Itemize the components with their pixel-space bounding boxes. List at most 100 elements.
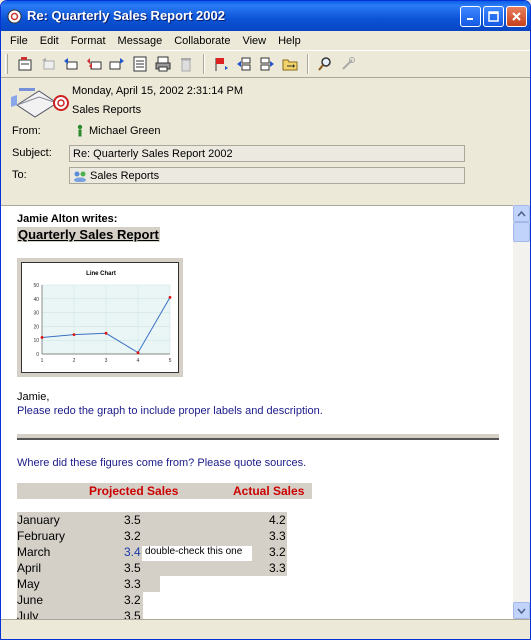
data-point	[72, 333, 76, 337]
y-tick-label: 50	[33, 283, 39, 289]
projected-cell: 3.2	[124, 529, 141, 543]
menu-collaborate[interactable]: Collaborate	[168, 35, 236, 47]
month-cell: June	[17, 593, 44, 607]
chevron-up-icon	[517, 210, 526, 216]
forward-button[interactable]	[106, 54, 127, 75]
flag-button[interactable]	[210, 54, 231, 75]
print-icon	[133, 56, 146, 72]
writes-line: Jamie Alton writes:	[17, 213, 118, 225]
search-button[interactable]	[314, 54, 335, 75]
y-tick-label: 30	[33, 311, 39, 317]
print-button[interactable]	[129, 54, 150, 75]
maximize-icon	[488, 11, 499, 22]
message-date: Monday, April 15, 2002 2:31:14 PM	[72, 85, 244, 97]
mail-app-icon	[7, 9, 22, 24]
projected-cell: 3.3	[124, 577, 141, 591]
reply-button[interactable]	[60, 54, 81, 75]
month-cell: April	[17, 561, 42, 575]
delete-icon	[180, 58, 191, 72]
person-icon	[77, 124, 83, 137]
month-cell: February	[17, 529, 66, 543]
previous-icon	[236, 57, 250, 71]
chart-title: Line Chart	[86, 271, 116, 277]
email-window: Re: Quarterly Sales Report 2002 File Edi…	[0, 0, 531, 640]
projected-cell: 3.5	[124, 513, 141, 527]
x-tick-label: 3	[105, 358, 108, 364]
actual-cell: 4.2	[269, 513, 286, 527]
subject-label: Subject:	[12, 147, 52, 159]
subject-field[interactable]: Re: Quarterly Sales Report 2002	[69, 145, 465, 162]
line-chart: Line Chart 0 10 20 30 40 50 1 2 3 4 5	[21, 262, 179, 373]
reply-all-icon	[86, 58, 101, 70]
menu-file[interactable]: File	[4, 35, 34, 47]
menu-edit[interactable]: Edit	[34, 35, 65, 47]
redo-request: Please redo the graph to include proper …	[17, 405, 323, 417]
month-cell: March	[17, 545, 51, 559]
window-title: Re: Quarterly Sales Report 2002	[27, 8, 225, 23]
projected-cell: 3.5	[124, 561, 141, 575]
table-row: February 3.2 3.3	[17, 528, 307, 544]
menu-view[interactable]: View	[236, 35, 272, 47]
scroll-thumb[interactable]	[513, 222, 530, 242]
toolbar-separator-2	[307, 54, 309, 74]
actual-cell: 3.2	[269, 545, 286, 559]
previous-button[interactable]	[233, 54, 254, 75]
menu-format[interactable]: Format	[65, 35, 112, 47]
title-bar[interactable]: Re: Quarterly Sales Report 2002	[1, 1, 530, 31]
close-icon	[512, 12, 521, 21]
message-body[interactable]: Jamie Alton writes: Quarterly Sales Repo…	[1, 205, 513, 619]
table-header: Projected Sales Actual Sales	[17, 483, 312, 499]
to-field[interactable]: Sales Reports	[69, 167, 465, 184]
y-tick-label: 0	[36, 352, 39, 358]
chart-frame: Line Chart 0 10 20 30 40 50 1 2 3 4 5	[17, 258, 183, 377]
data-point	[168, 296, 172, 299]
reply-all-button[interactable]	[83, 54, 104, 75]
tools-icon	[341, 57, 355, 70]
new-memo-button[interactable]	[14, 54, 35, 75]
y-tick-label: 40	[33, 297, 39, 303]
flag-icon	[215, 58, 228, 71]
projected-cell: 3.4	[124, 545, 141, 559]
projected-cell: 3.5	[124, 609, 141, 619]
forward-icon	[109, 58, 124, 70]
toolbar-separator	[203, 54, 205, 74]
actual-cell: 3.3	[269, 561, 286, 575]
message-category: Sales Reports	[72, 104, 142, 116]
menu-message[interactable]: Message	[112, 35, 169, 47]
scroll-up-button[interactable]	[513, 205, 530, 222]
move-to-folder-icon	[282, 59, 297, 71]
scroll-down-button[interactable]	[513, 602, 530, 619]
reply-icon	[63, 58, 77, 70]
reply-disabled-button[interactable]	[37, 54, 58, 75]
toolbar	[1, 50, 530, 78]
table-row: March 3.4 3.2 double-check this one	[17, 544, 307, 560]
report-heading: Quarterly Sales Report	[17, 227, 160, 242]
source-question: Where did these figures come from? Pleas…	[17, 457, 307, 469]
menu-help[interactable]: Help	[272, 35, 307, 47]
from-value[interactable]: Michael Green	[89, 125, 161, 137]
from-label: From:	[12, 125, 41, 137]
maximize-button[interactable]	[483, 6, 504, 27]
minimize-button[interactable]	[460, 6, 481, 27]
close-button[interactable]	[506, 6, 527, 27]
table-row: July 3.5	[17, 608, 307, 619]
x-tick-label: 5	[169, 358, 172, 364]
memo-envelope-icon	[11, 88, 69, 118]
tools-button[interactable]	[337, 54, 358, 75]
col-actual: Actual Sales	[233, 484, 305, 498]
next-button[interactable]	[256, 54, 277, 75]
to-label: To:	[12, 169, 27, 181]
message-header: Monday, April 15, 2002 2:31:14 PM Sales …	[1, 79, 530, 205]
move-to-folder-button[interactable]	[279, 54, 300, 75]
vertical-scrollbar[interactable]	[513, 205, 530, 619]
greeting: Jamie,	[17, 391, 50, 403]
delete-button[interactable]	[175, 54, 196, 75]
menu-bar: File Edit Format Message Collaborate Vie…	[1, 31, 530, 50]
data-point	[136, 351, 140, 355]
data-point	[104, 331, 108, 335]
print-preview-button[interactable]	[152, 54, 173, 75]
toolbar-grip[interactable]	[5, 54, 8, 74]
minimize-icon	[467, 18, 473, 20]
print-preview-icon	[155, 56, 170, 72]
search-icon	[317, 57, 331, 71]
